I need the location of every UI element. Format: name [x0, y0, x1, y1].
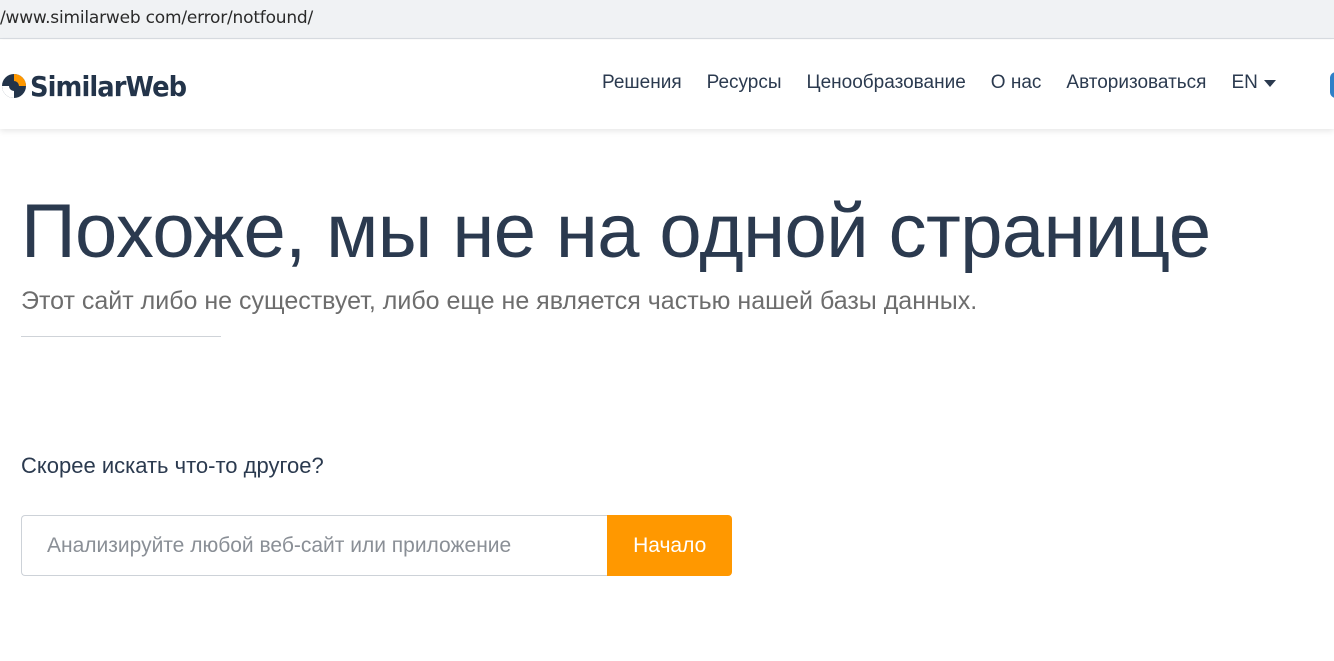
site-header: SimilarWeb Решения Ресурсы Ценообразован… — [0, 40, 1334, 129]
browser-url-text: /www.similarweb com/error/notfound/ — [0, 8, 314, 28]
language-label: EN — [1231, 72, 1258, 93]
language-selector[interactable]: EN — [1231, 72, 1276, 94]
page-title: Похоже, мы не на одной странице — [21, 189, 1211, 274]
chevron-down-icon — [1263, 79, 1276, 87]
divider — [21, 336, 221, 337]
search-input[interactable] — [21, 515, 608, 576]
browser-url-bar[interactable]: /www.similarweb com/error/notfound/ — [0, 0, 1334, 39]
site-logo[interactable]: SimilarWeb — [0, 68, 200, 104]
search-form: Начало — [21, 515, 732, 576]
main-nav: Решения Ресурсы Ценообразование О нас Ав… — [602, 72, 1276, 94]
nav-item-resources[interactable]: Ресурсы — [707, 72, 782, 94]
start-button[interactable]: Начало — [607, 515, 732, 576]
nav-item-login[interactable]: Авторизоваться — [1066, 72, 1206, 94]
cta-button-edge[interactable] — [1330, 72, 1334, 98]
nav-item-solutions[interactable]: Решения — [602, 72, 682, 94]
logo-wordmark: SimilarWeb — [30, 69, 187, 103]
search-label: Скорее искать что-то другое? — [21, 453, 324, 478]
similarweb-logo-icon — [2, 74, 26, 98]
page-subtitle: Этот сайт либо не существует, либо еще н… — [21, 287, 978, 315]
nav-item-pricing[interactable]: Ценообразование — [807, 72, 966, 94]
nav-item-about[interactable]: О нас — [991, 72, 1042, 94]
